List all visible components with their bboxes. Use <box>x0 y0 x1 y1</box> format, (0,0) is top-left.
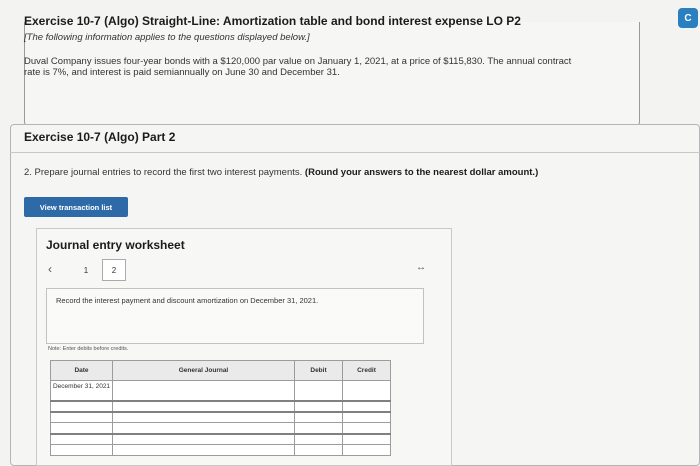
chevron-left-icon[interactable]: ‹ <box>48 262 52 276</box>
account-cell[interactable] <box>112 422 295 435</box>
credit-cell[interactable] <box>342 433 391 445</box>
table-row <box>50 444 391 456</box>
account-cell[interactable] <box>112 444 295 456</box>
account-cell[interactable] <box>112 433 295 445</box>
journal-table: Date General Journal Debit Credit Decemb… <box>50 360 391 456</box>
date-cell[interactable] <box>50 411 113 423</box>
table-row <box>50 422 391 435</box>
debit-cell[interactable] <box>294 422 343 435</box>
debit-cell[interactable] <box>294 400 343 413</box>
debit-cell[interactable] <box>294 380 343 402</box>
date-cell[interactable] <box>50 444 113 456</box>
view-transaction-list-button[interactable]: View transaction list <box>24 197 128 217</box>
debit-cell[interactable] <box>294 411 343 423</box>
intro-note: [The following information applies to th… <box>24 32 310 43</box>
exercise-title: Exercise 10-7 (Algo) Straight-Line: Amor… <box>24 14 521 28</box>
credit-cell[interactable] <box>342 411 391 423</box>
intro-text: Duval Company issues four-year bonds wit… <box>24 56 572 78</box>
column-header-debit: Debit <box>294 360 343 381</box>
tab-1[interactable]: 1 <box>74 259 98 281</box>
account-cell[interactable] <box>112 380 295 402</box>
record-text: Record the interest payment and discount… <box>56 296 319 305</box>
date-cell[interactable]: December 31, 2021 <box>50 380 113 402</box>
table-row <box>50 400 391 413</box>
credit-cell[interactable] <box>342 380 391 402</box>
worksheet-title: Journal entry worksheet <box>46 238 185 252</box>
table-row <box>50 433 391 445</box>
corner-badge[interactable]: C <box>678 8 698 28</box>
credit-cell[interactable] <box>342 422 391 435</box>
column-header-credit: Credit <box>342 360 391 381</box>
column-header-date: Date <box>50 360 113 381</box>
account-cell[interactable] <box>112 411 295 423</box>
part-title: Exercise 10-7 (Algo) Part 2 <box>24 130 176 144</box>
instruction: 2. Prepare journal entries to record the… <box>24 167 604 178</box>
instruction-bold: (Round your answers to the nearest dolla… <box>304 167 539 178</box>
tab-2[interactable]: 2 <box>102 259 126 281</box>
account-cell[interactable] <box>112 400 295 413</box>
column-header-general-journal: General Journal <box>112 360 295 381</box>
date-cell[interactable] <box>50 433 113 445</box>
table-row: December 31, 2021 <box>50 380 391 402</box>
expand-arrows-icon[interactable]: ↔ <box>416 262 426 273</box>
divider <box>10 152 700 153</box>
instruction-text: 2. Prepare journal entries to record the… <box>24 167 303 178</box>
table-header-row: Date General Journal Debit Credit <box>50 360 391 381</box>
debit-cell[interactable] <box>294 433 343 445</box>
page: C Exercise 10-7 (Algo) Straight-Line: Am… <box>0 0 700 466</box>
date-cell[interactable] <box>50 422 113 435</box>
credit-cell[interactable] <box>342 444 391 456</box>
debit-cell[interactable] <box>294 444 343 456</box>
table-row <box>50 411 391 423</box>
credit-cell[interactable] <box>342 400 391 413</box>
note-text: Note: Enter debits before credits. <box>48 346 129 352</box>
date-cell[interactable] <box>50 400 113 413</box>
